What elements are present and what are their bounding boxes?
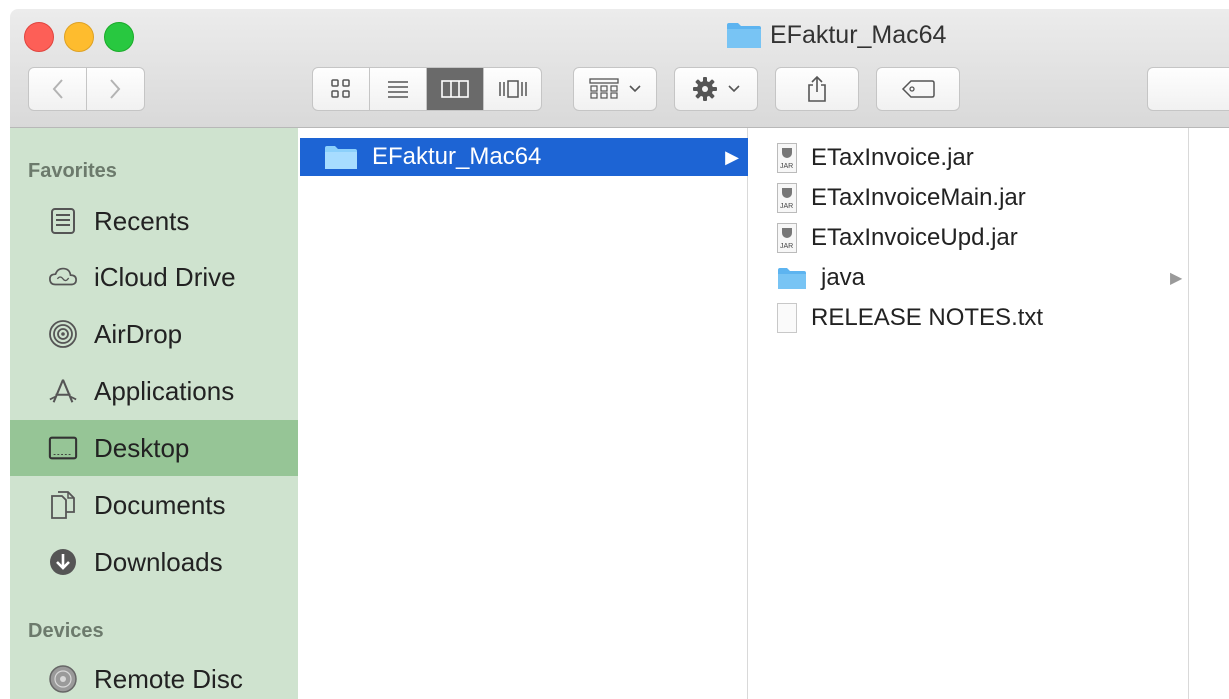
back-forward-control — [28, 67, 145, 111]
jar-file-icon: JAR — [777, 143, 797, 173]
share-button[interactable] — [775, 67, 859, 111]
folder-icon — [778, 268, 806, 289]
airdrop-icon — [48, 319, 78, 349]
text-file-icon — [777, 303, 797, 333]
zoom-button[interactable] — [104, 22, 134, 52]
back-button[interactable] — [30, 68, 87, 110]
downloads-icon — [48, 547, 78, 577]
browser-column-2: JAR ETaxInvoice.jar JAR ETaxInvoiceMain.… — [749, 128, 1189, 699]
chevron-down-icon — [728, 85, 740, 93]
sidebar-item-downloads[interactable]: Downloads — [10, 534, 298, 590]
jar-file-icon: JAR — [777, 223, 797, 253]
close-button[interactable] — [24, 22, 54, 52]
cover-flow-view-button[interactable] — [484, 68, 541, 110]
icloud-icon — [48, 262, 78, 292]
sidebar-item-label: Documents — [94, 489, 226, 520]
sidebar-item-label: Desktop — [94, 432, 190, 463]
window-title-text: EFaktur_Mac64 — [770, 20, 947, 49]
column-view-button[interactable] — [427, 68, 484, 110]
sidebar: Favorites Recents iCloud Drive AirDrop A… — [10, 128, 298, 699]
list-view-button[interactable] — [370, 68, 427, 110]
icon-view-button[interactable] — [313, 68, 370, 110]
finder-window: EFaktur_Mac64 Favorites Recents iCloud D… — [10, 9, 1229, 699]
chevron-left-icon — [52, 79, 63, 99]
cover-flow-icon — [498, 80, 527, 98]
disclosure-arrow-icon: ▶ — [1170, 270, 1183, 287]
forward-button[interactable] — [87, 68, 144, 110]
browser-column-3 — [1190, 128, 1229, 699]
tags-button[interactable] — [876, 67, 960, 111]
sidebar-item-icloud-drive[interactable]: iCloud Drive — [10, 249, 298, 305]
desktop-icon — [48, 433, 78, 463]
disclosure-arrow-icon: ▶ — [725, 147, 739, 167]
sidebar-item-label: iCloud Drive — [94, 261, 236, 292]
recents-icon — [48, 206, 78, 236]
applications-icon — [48, 376, 78, 406]
tag-icon — [901, 80, 935, 98]
file-name: ETaxInvoiceUpd.jar — [811, 224, 1018, 251]
toolbar: EFaktur_Mac64 — [10, 9, 1229, 128]
documents-icon — [48, 490, 78, 520]
sidebar-item-label: Recents — [94, 205, 190, 236]
file-name: java — [821, 264, 866, 291]
sidebar-item-label: Downloads — [94, 546, 223, 577]
browser-column-1: EFaktur_Mac64 ▶ — [298, 128, 748, 699]
sidebar-item-documents[interactable]: Documents — [10, 477, 298, 533]
minimize-button[interactable] — [64, 22, 94, 52]
chevron-right-icon — [110, 79, 121, 99]
sidebar-item-label: Applications — [94, 375, 235, 406]
list-item[interactable]: java ▶ — [749, 258, 1189, 298]
folder-name: EFaktur_Mac64 — [372, 143, 542, 170]
sidebar-item-airdrop[interactable]: AirDrop — [10, 306, 298, 362]
sidebar-item-recents[interactable]: Recents — [10, 193, 298, 249]
action-button[interactable] — [674, 67, 758, 111]
devices-heading: Devices — [28, 620, 104, 642]
list-item[interactable]: JAR ETaxInvoiceMain.jar — [749, 178, 1189, 218]
share-icon — [808, 75, 826, 102]
favorites-heading: Favorites — [28, 160, 117, 182]
file-name: ETaxInvoiceMain.jar — [811, 184, 1026, 211]
sidebar-item-applications[interactable]: Applications — [10, 363, 298, 419]
sidebar-item-label: AirDrop — [94, 318, 183, 349]
folder-icon — [325, 146, 357, 169]
column-view-icon — [441, 80, 469, 98]
window-title: EFaktur_Mac64 — [726, 19, 946, 51]
file-name: ETaxInvoice.jar — [811, 144, 974, 171]
list-item-efaktur-mac64[interactable]: EFaktur_Mac64 ▶ — [300, 138, 748, 176]
view-mode-control — [312, 67, 542, 111]
sidebar-item-label: Remote Disc — [94, 663, 243, 694]
file-name: RELEASE NOTES.txt — [811, 304, 1044, 331]
jar-file-icon: JAR — [777, 183, 797, 213]
chevron-down-icon — [629, 85, 641, 93]
sidebar-item-desktop[interactable]: Desktop — [10, 420, 298, 476]
gear-icon — [693, 77, 717, 101]
arrange-icon — [589, 78, 619, 99]
arrange-button[interactable] — [573, 67, 657, 111]
search-field[interactable] — [1147, 67, 1229, 111]
list-item[interactable]: JAR ETaxInvoice.jar — [749, 138, 1189, 178]
disc-icon — [48, 664, 78, 694]
sidebar-item-remote-disc[interactable]: Remote Disc — [10, 651, 298, 699]
folder-icon — [727, 23, 761, 48]
list-item[interactable]: RELEASE NOTES.txt — [749, 298, 1189, 338]
icon-view-icon — [331, 79, 350, 98]
list-view-icon — [388, 81, 408, 98]
list-item[interactable]: JAR ETaxInvoiceUpd.jar — [749, 218, 1189, 258]
